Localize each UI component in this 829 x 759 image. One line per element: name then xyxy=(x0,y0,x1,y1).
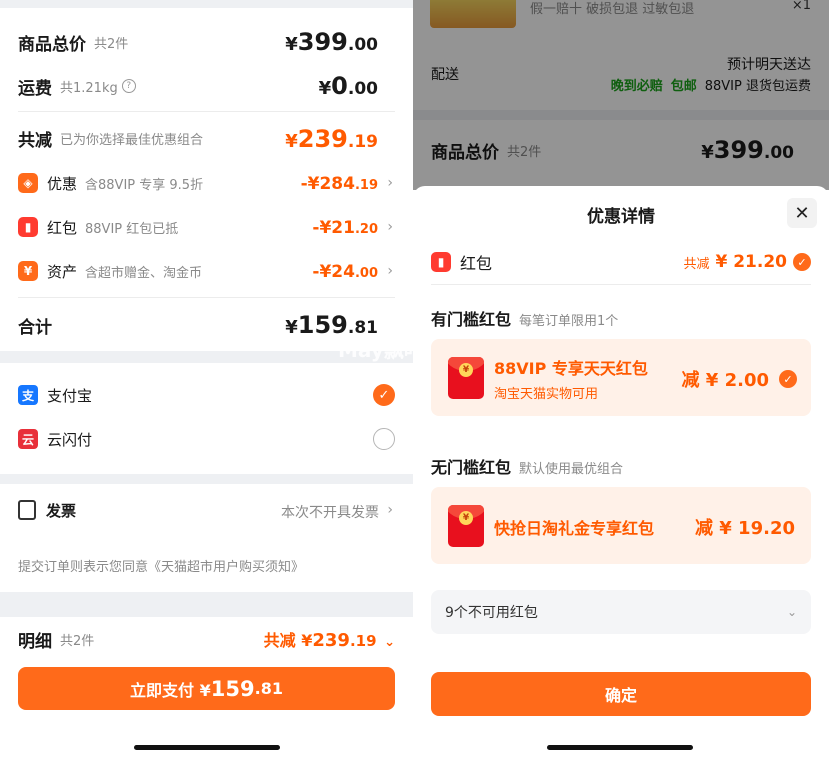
payment-option-alipay[interactable]: 支 支付宝 xyxy=(18,383,395,407)
detail-label: 明细 xyxy=(18,631,52,652)
red-packet-icon: ▮ xyxy=(431,252,451,272)
red-envelope-icon: ¥ xyxy=(448,505,484,547)
goods-total-amount: ¥399.00 xyxy=(285,28,378,56)
subtotal-label: 合计 xyxy=(18,317,52,338)
divider xyxy=(18,297,395,298)
chevron-double-down-icon: ⌄ xyxy=(384,635,395,650)
red-packet-saved[interactable]: 共减 ¥ 21.20 ✓ xyxy=(683,252,811,272)
red-packet-section-header: ▮ 红包 xyxy=(431,250,492,274)
total-discount-label: 共减 xyxy=(18,130,52,151)
checkbox-checked-icon[interactable]: ✓ xyxy=(779,370,797,388)
discount-promo-amount: -¥284.19 xyxy=(300,174,378,194)
coupon-title: 快抢日淘礼金专享红包 xyxy=(494,519,655,538)
coupon-value-group: 减 ¥ 2.00 ✓ xyxy=(682,366,797,392)
unavailable-red-packets-row[interactable]: 9个不可用红包 ⌄ xyxy=(431,590,811,634)
checkbox-checked-icon[interactable]: ✓ xyxy=(793,253,811,271)
discount-detail: 含88VIP 专享 9.5折 xyxy=(85,177,204,193)
home-indicator xyxy=(547,745,693,750)
shipping-fee-amount: ¥0.00 xyxy=(318,72,378,100)
close-button[interactable]: ✕ xyxy=(787,198,817,228)
home-indicator xyxy=(134,745,280,750)
sheet-title: 优惠详情 xyxy=(587,207,655,227)
chevron-right-icon[interactable]: › xyxy=(387,502,393,518)
modal-backdrop[interactable] xyxy=(413,0,829,190)
payment-label: 云闪付 xyxy=(47,430,93,449)
radio-checked-icon[interactable]: ✓ xyxy=(373,384,395,406)
alipay-icon: 支 xyxy=(18,385,38,405)
invoice-value[interactable]: 本次不开具发票 xyxy=(281,502,379,522)
agreement-text[interactable]: 提交订单则表示您同意《天猫超市用户购买须知》 xyxy=(18,556,304,575)
coupon-subtitle: 淘宝天猫实物可用 xyxy=(494,387,599,402)
coupon-value: 减 ¥ 2.00 xyxy=(681,370,769,391)
unionpay-quickpass-icon: 云 xyxy=(18,429,38,449)
detail-count: 共2件 xyxy=(60,633,95,649)
section-divider xyxy=(0,0,413,8)
red-packet-icon: ▮ xyxy=(18,217,38,237)
discount-label: 资产 xyxy=(47,262,78,281)
threshold-section-header: 有门槛红包 每笔订单限用1个 xyxy=(431,310,619,329)
confirm-button[interactable]: 确定 xyxy=(431,672,811,716)
discount-detail: 88VIP 红包已抵 xyxy=(85,221,179,237)
goods-total-count: 共2件 xyxy=(94,36,129,52)
divider xyxy=(18,111,395,112)
invoice-label: 发票 xyxy=(46,501,77,520)
radio-unchecked-icon[interactable] xyxy=(373,428,395,450)
section-divider xyxy=(0,592,413,617)
section-divider xyxy=(0,474,413,484)
help-circle-icon[interactable]: ? xyxy=(121,79,136,93)
discount-red-packet-amount: -¥21.20 xyxy=(312,218,378,238)
red-envelope-icon: ¥ xyxy=(448,357,484,399)
chevron-right-icon[interactable]: › xyxy=(387,263,393,279)
shipping-fee-label: 运费 xyxy=(18,78,52,99)
coupon-card-japan-gift[interactable]: ¥ 快抢日淘礼金专享红包 减 ¥ 19.20 xyxy=(431,487,811,564)
assets-yen-icon: ¥ xyxy=(18,261,38,281)
discount-assets-amount: -¥24.00 xyxy=(312,262,378,282)
pay-now-button[interactable]: 立即支付 ¥159.81 xyxy=(18,667,395,710)
total-discount-hint: 已为你选择最佳优惠组合 xyxy=(60,132,204,148)
tag-icon: ◈ xyxy=(18,173,38,193)
order-summary-panel: 商品总价 共2件 ¥399.00 运费 共1.21kg ? ¥0.00 共减 已… xyxy=(0,0,413,759)
chevron-right-icon[interactable]: › xyxy=(387,175,393,191)
coupon-card-88vip[interactable]: ¥ 88VIP 专享天天红包 淘宝天猫实物可用 减 ¥ 2.00 ✓ xyxy=(431,339,811,416)
coupon-value: 减 ¥ 19.20 xyxy=(695,518,795,539)
payment-option-unionpay[interactable]: 云 云闪付 xyxy=(18,427,395,451)
coupon-title: 88VIP 专享天天红包 xyxy=(494,359,648,378)
discount-detail: 含超市赠金、淘金币 xyxy=(85,265,203,281)
total-discount-amount: ¥239.19 xyxy=(285,125,378,153)
clipboard-icon xyxy=(18,500,36,520)
goods-total-label: 商品总价 xyxy=(18,34,86,55)
no-threshold-section-header: 无门槛红包 默认使用最优组合 xyxy=(431,458,624,477)
payment-label: 支付宝 xyxy=(47,386,93,405)
discount-label: 红包 xyxy=(47,218,78,237)
discount-detail-panel: 假一赔十 破损包退 过敏包退 ×1 配送 预计明天送达 晚到必赔 包邮 88VI… xyxy=(413,0,829,759)
divider xyxy=(431,284,811,285)
detail-saved-amount[interactable]: 共减 ¥239.19 ⌄ xyxy=(264,627,395,651)
discount-detail-sheet: 优惠详情 ✕ ▮ 红包 共减 ¥ 21.20 ✓ 有门槛红包 每笔订单限用1个 … xyxy=(413,186,829,759)
chevron-down-icon: ⌄ xyxy=(786,605,797,619)
chevron-right-icon[interactable]: › xyxy=(387,219,393,235)
close-icon: ✕ xyxy=(794,202,810,224)
watermark: May飘叶 xyxy=(338,338,424,362)
shipping-weight: 共1.21kg xyxy=(60,80,118,96)
discount-label: 优惠 xyxy=(47,174,78,193)
